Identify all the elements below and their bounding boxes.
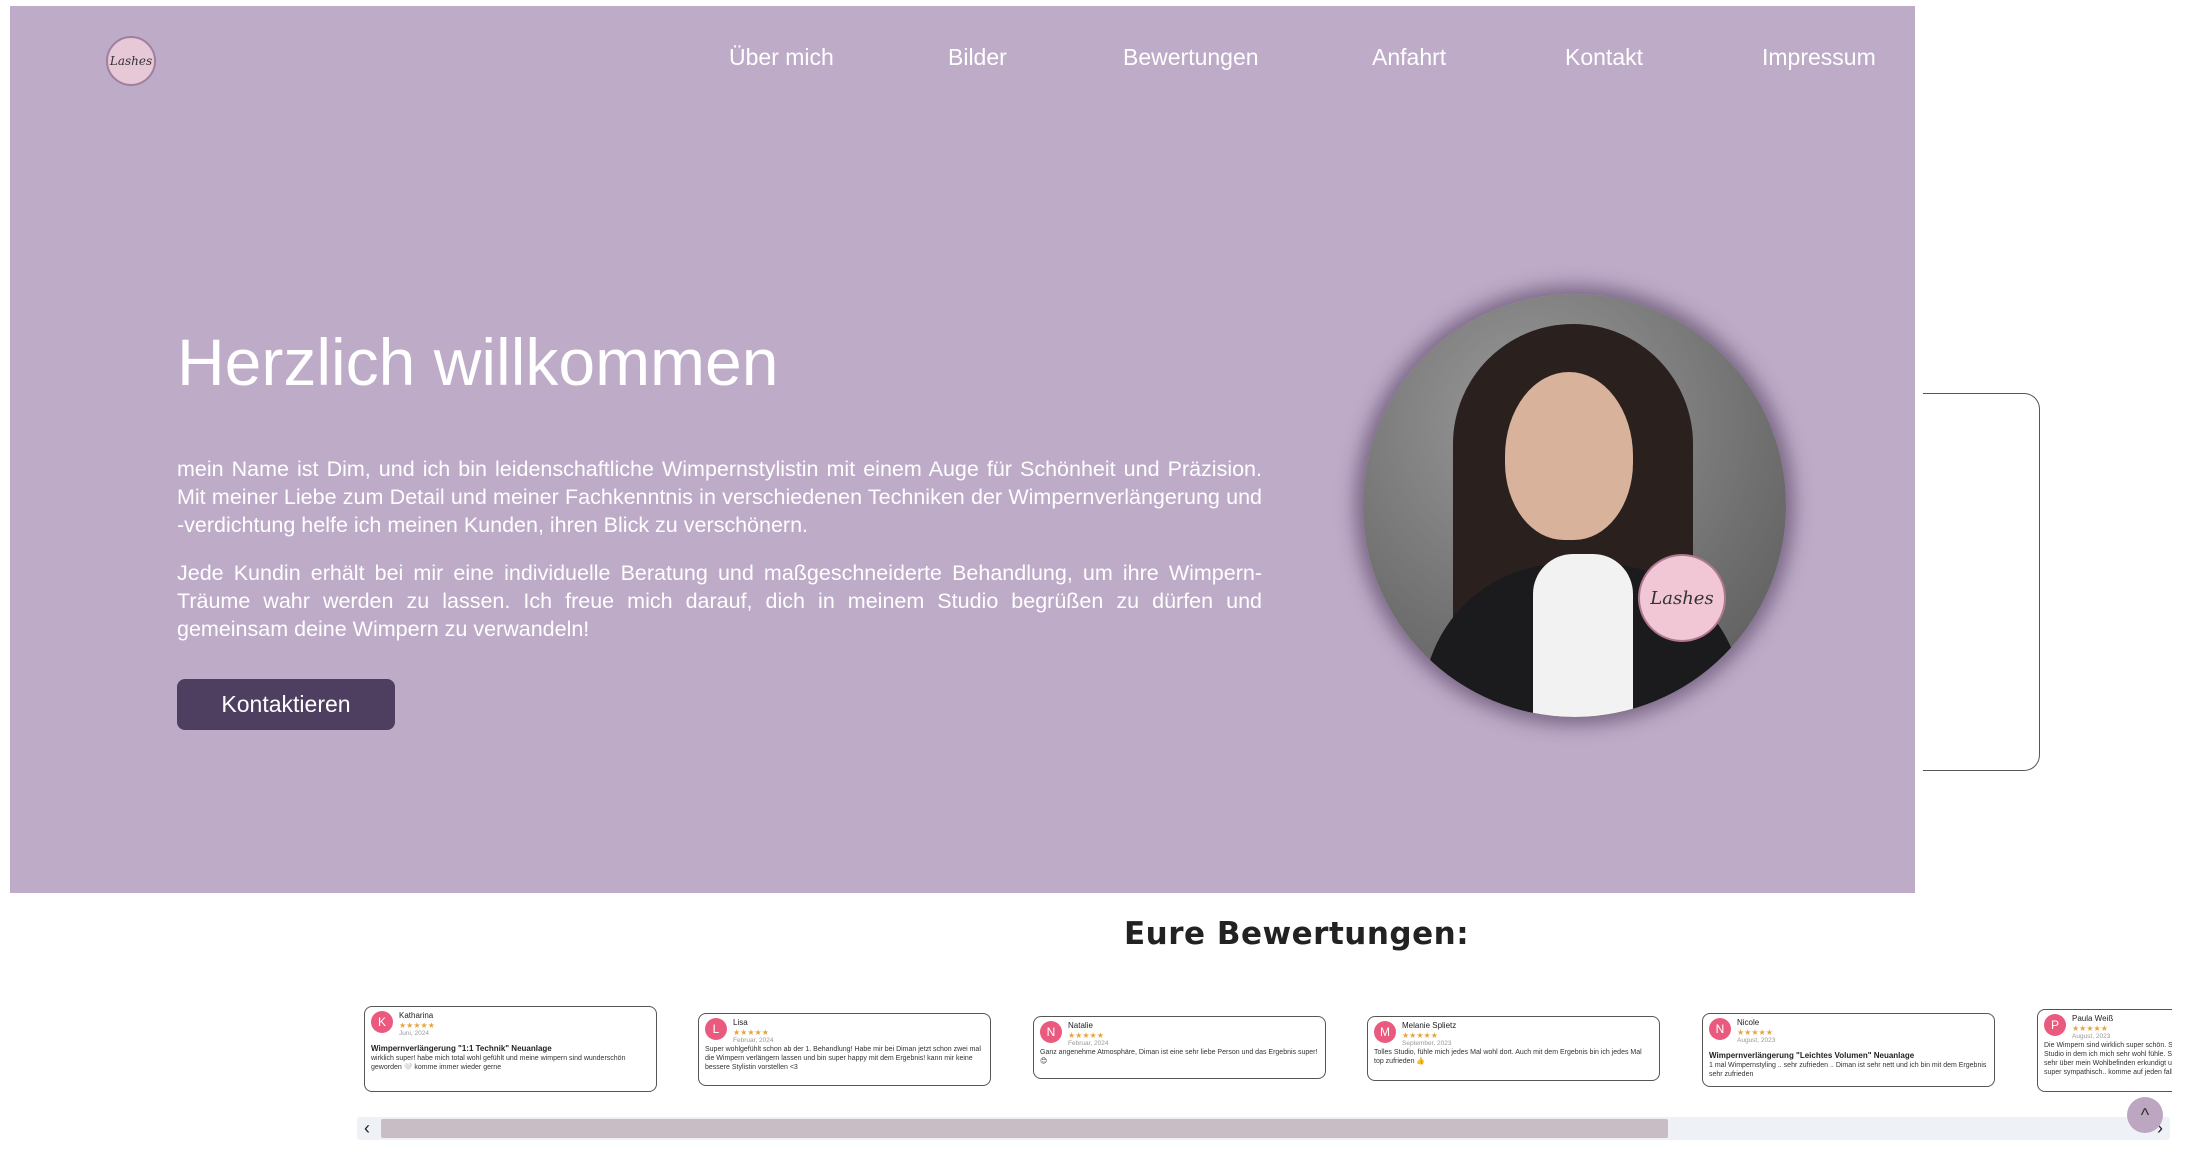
main-nav: Über mich Bilder Bewertungen Anfahrt Kon… [10,44,1915,84]
portrait-logo-badge: Lashes [1638,554,1726,642]
nav-item-impressum[interactable]: Impressum [1762,44,1876,71]
review-headline: Wimpernverlängerung "1:1 Technik" Neuanl… [371,1044,552,1053]
reviewer-avatar: M [1374,1021,1396,1043]
reviewer-avatar: L [705,1018,727,1040]
intro-paragraph: mein Name ist Dim, und ich bin leidensch… [177,457,1262,537]
review-text: 1 mal Wimpernstyling .. sehr zufrieden .… [1709,1062,1987,1078]
reviews-carousel[interactable]: K Katharina ★★★★★ Juni, 2024 Wimpernverl… [364,998,2172,1094]
contact-button[interactable]: Kontaktieren [177,679,395,730]
rating-stars: ★★★★★ [399,1021,435,1030]
rating-stars: ★★★★★ [733,1028,769,1037]
review-text: Ganz angenehme Atmosphäre, Diman ist ein… [1040,1049,1318,1065]
reviewer-name: Katharina [399,1011,434,1020]
nav-item-bilder[interactable]: Bilder [948,44,1007,71]
review-text: Die Wimpern sind wirklich super schön. S… [2044,1042,2172,1076]
reviewer-avatar: N [1709,1018,1731,1040]
nav-item-ueber-mich[interactable]: Über mich [729,44,834,71]
scroll-to-top-icon[interactable]: ^ [2127,1097,2163,1133]
reviewer-name: Paula Weiß [2072,1014,2114,1023]
reviewer-name: Melanie Splietz [1402,1021,1457,1030]
review-text: Super wohlgefühlt schon ab der 1. Behand… [705,1046,981,1071]
review-card: P Paula Weiß ★★★★★ August, 2023 Die Wimp… [2037,1009,2172,1092]
review-date: August, 2023 [2072,1033,2111,1040]
reviewer-avatar: P [2044,1014,2066,1036]
review-text: Tolles Studio, fühle mich jedes Mal wohl… [1374,1049,1642,1065]
review-text: wirklich super! habe mich total wohl gef… [371,1055,626,1071]
reviewer-avatar: K [371,1011,393,1033]
scrollbar-thumb[interactable] [381,1119,1668,1138]
reviewer-name: Natalie [1068,1021,1093,1030]
hero-section: Lashes Über mich Bilder Bewertungen Anfa… [10,6,1915,893]
portrait-face [1505,372,1633,540]
rating-stars: ★★★★★ [1402,1031,1438,1040]
review-headline: Wimpernverlängerung "Leichtes Volumen" N… [1709,1051,1915,1060]
portrait-shirt [1533,554,1633,717]
reviews-heading-text: Eure Bewertungen: [1124,916,1470,952]
rating-stars: ★★★★★ [1068,1031,1104,1040]
review-date: Juni, 2024 [399,1030,429,1037]
review-card: K Katharina ★★★★★ Juni, 2024 Wimpernverl… [364,1006,657,1092]
review-date: August, 2023 [1737,1037,1776,1044]
reviewer-name: Lisa [733,1018,748,1027]
review-date: September, 2023 [1402,1040,1452,1047]
side-panel-outline [1923,393,2040,771]
review-card: M Melanie Splietz ★★★★★ September, 2023 … [1367,1016,1660,1081]
portrait-image: Lashes [1363,294,1786,717]
rating-stars: ★★★★★ [2072,1024,2108,1033]
reviewer-avatar: N [1040,1021,1062,1043]
nav-item-anfahrt[interactable]: Anfahrt [1372,44,1446,71]
review-card: N Natalie ★★★★★ Februar, 2024 Ganz angen… [1033,1016,1326,1079]
review-date: Februar, 2024 [733,1037,774,1044]
nav-item-bewertungen[interactable]: Bewertungen [1123,44,1259,71]
reviews-scrollbar[interactable]: ‹ › [357,1117,2170,1140]
nav-item-kontakt[interactable]: Kontakt [1565,44,1643,71]
scroll-left-arrow-icon[interactable]: ‹ [357,1117,377,1140]
hero-title: Herzlich willkommen [177,325,779,399]
intro-paragraph-2: Jede Kundin erhält bei mir eine individu… [177,561,1262,641]
review-card: L Lisa ★★★★★ Februar, 2024 Super wohlgef… [698,1013,991,1086]
review-card: N Nicole ★★★★★ August, 2023 Wimpernverlä… [1702,1013,1995,1087]
review-date: Februar, 2024 [1068,1040,1109,1047]
rating-stars: ★★★★★ [1737,1028,1773,1037]
reviewer-name: Nicole [1737,1018,1760,1027]
